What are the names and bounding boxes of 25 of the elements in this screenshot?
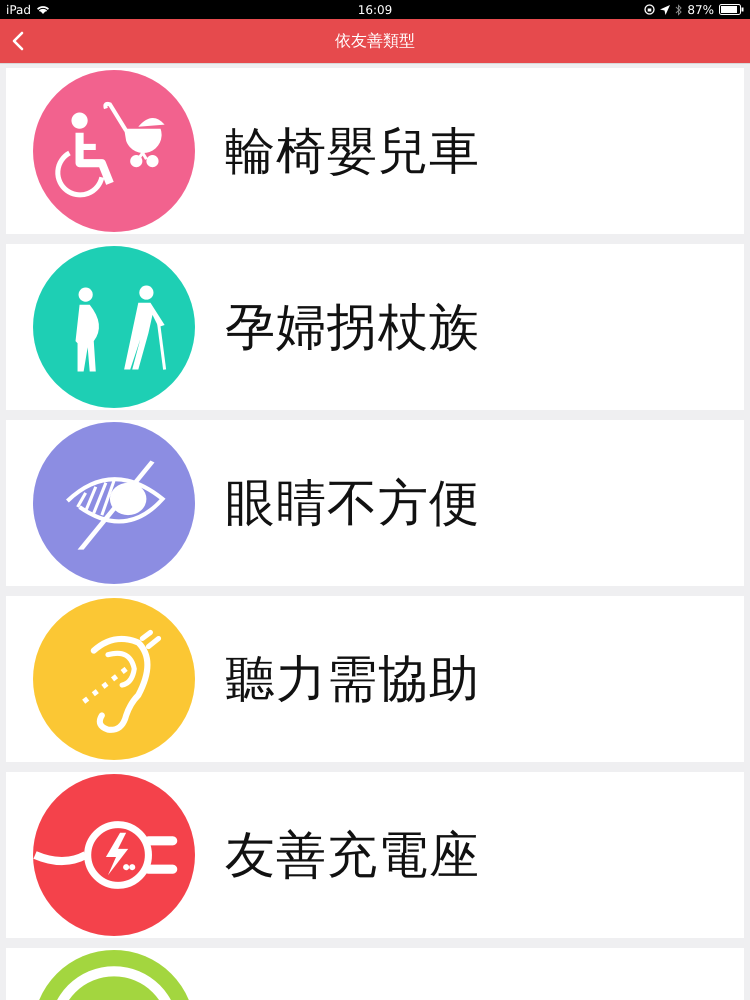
ear-icon [33,598,195,760]
eye-slash-icon [33,422,195,584]
category-label: 眼睛不方便 [225,472,480,534]
wifi-icon [36,4,50,15]
category-item[interactable]: 友善充電座 [6,772,744,938]
bluetooth-icon [675,4,682,16]
plug-icon [33,774,195,936]
wheelchair-stroller-icon [33,70,195,232]
rotation-lock-icon [644,4,656,15]
category-label: 孕婦拐杖族 [225,296,480,358]
category-item[interactable]: 眼睛不方便 [6,420,744,586]
status-time: 16:09 [356,2,394,16]
category-label: 輪椅嬰兒車 [225,120,480,182]
category-item[interactable]: 聽力需協助 [6,596,744,762]
back-icon[interactable] [12,31,24,51]
location-icon [660,4,670,14]
category-item[interactable]: 孕婦拐杖族 [6,244,744,410]
device-name: iPad [6,2,32,16]
pregnant-woman-elder-icon [33,246,195,408]
battery-icon [719,4,744,15]
category-label: 聽力需協助 [225,648,480,710]
battery-percent: 87% [687,2,714,16]
category-label: 友善充電座 [225,824,480,886]
category-item[interactable]: 輪椅嬰兒車 [6,68,744,234]
page-title: 依友善類型 [335,30,415,52]
